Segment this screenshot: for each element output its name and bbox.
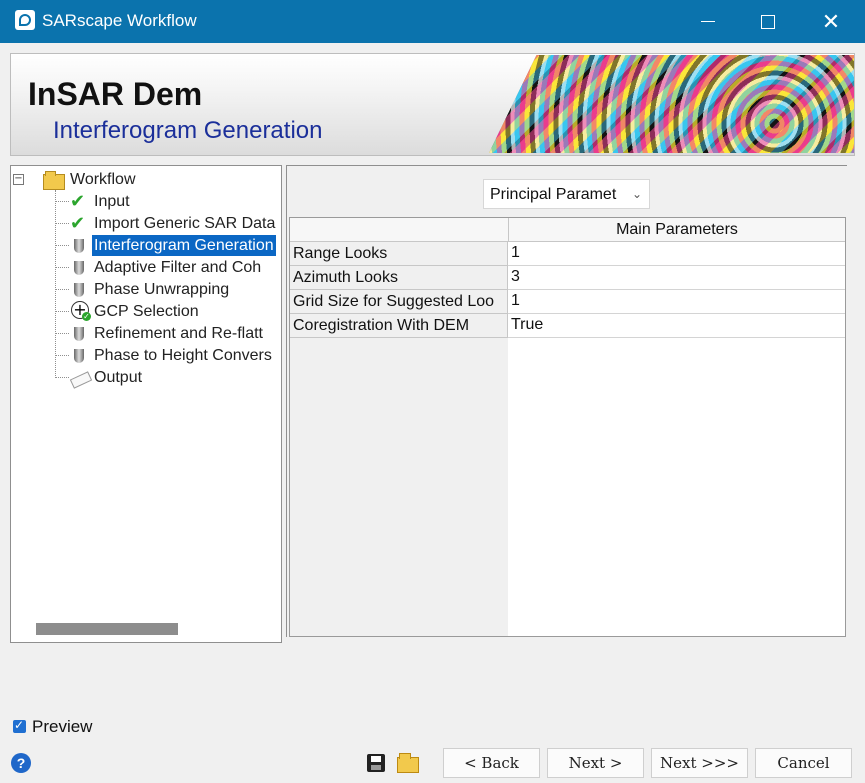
tree-horizontal-scrollbar-thumb[interactable] [36, 623, 178, 635]
tree-connector-line [56, 311, 69, 312]
workflow-banner: InSAR Dem Interferogram Generation [10, 53, 855, 156]
interferogram-banner-image [489, 55, 854, 153]
minimize-button[interactable] [678, 0, 738, 43]
parameter-row: Coregistration With DEM True [290, 314, 845, 338]
tree-item-gcp-selection[interactable]: GCP Selection [70, 301, 280, 322]
dropdown-selected-value: Principal Paramet [490, 186, 617, 203]
close-icon: ✕ [821, 8, 841, 34]
tree-item-label: Phase Unwrapping [94, 281, 230, 298]
tree-connector-line [56, 223, 69, 224]
next-button[interactable]: Next > [547, 748, 644, 778]
tree-root-workflow[interactable]: Workflow [42, 169, 162, 190]
tree-connector-line [56, 267, 69, 268]
parameter-row: Range Looks 1 [290, 242, 845, 289]
drill-icon [70, 281, 88, 299]
chevron-down-icon: ⌄ [631, 187, 642, 201]
parameter-group-dropdown[interactable]: Principal Paramet ⌄ [483, 179, 650, 209]
tree-connector-line [56, 245, 69, 246]
close-button[interactable]: ✕ [801, 0, 861, 43]
tree-item-import-generic-sar-data[interactable]: Import Generic SAR Data [70, 213, 280, 234]
sarscape-app-icon [15, 10, 35, 30]
minimize-icon [701, 21, 715, 22]
tree-item-output[interactable]: Output [70, 367, 280, 388]
next-all-button[interactable]: Next >>> [651, 748, 748, 778]
main-parameters-header: Main Parameters [508, 218, 845, 242]
tree-item-label: Refinement and Re-flatt [94, 325, 263, 342]
tree-item-label: GCP Selection [94, 303, 199, 320]
folder-icon [42, 171, 65, 190]
tree-item-label: Import Generic SAR Data [94, 215, 276, 232]
tree-connector-line [56, 355, 69, 356]
check-icon [70, 191, 88, 212]
grid-size-value[interactable]: 1 [508, 290, 845, 314]
tree-item-phase-to-height[interactable]: Phase to Height Convers [70, 345, 280, 366]
maximize-button[interactable] [738, 0, 798, 43]
tree-item-adaptive-filter[interactable]: Adaptive Filter and Coh [70, 257, 280, 278]
checkbox-checked-icon [13, 718, 26, 733]
tree-connector-line [55, 190, 56, 378]
save-icon[interactable] [367, 754, 385, 772]
azimuth-looks-value[interactable]: 3 [508, 266, 845, 290]
add-point-icon [70, 301, 91, 321]
tree-item-label: Input [94, 193, 130, 210]
check-icon [70, 213, 88, 234]
tree-root-label: Workflow [70, 171, 136, 188]
back-button[interactable]: < Back [443, 748, 540, 778]
tree-item-refinement[interactable]: Refinement and Re-flatt [70, 323, 280, 344]
parameter-row: Grid Size for Suggested Loo 1 [290, 290, 845, 314]
cancel-button[interactable]: Cancel [755, 748, 852, 778]
tree-connector-line [56, 377, 69, 378]
grid-size-label: Grid Size for Suggested Loo [290, 290, 508, 314]
tree-item-phase-unwrapping[interactable]: Phase Unwrapping [70, 279, 280, 300]
window-title: SARscape Workflow [42, 11, 197, 30]
coregistration-with-dem-label: Coregistration With DEM [290, 314, 508, 338]
tree-item-input[interactable]: Input [70, 191, 280, 212]
help-icon[interactable]: ? [11, 753, 31, 773]
title-bar: SARscape Workflow ✕ [0, 0, 865, 43]
banner-subtitle: Interferogram Generation [53, 117, 323, 144]
tree-connector-line [56, 289, 69, 290]
drill-icon [70, 237, 88, 255]
tree-connector-line [56, 201, 69, 202]
drill-icon [70, 347, 88, 365]
drill-icon [70, 325, 88, 343]
grid-corner-header [290, 218, 508, 242]
tree-item-label: Interferogram Generation [92, 235, 276, 256]
preview-label: Preview [32, 717, 93, 736]
parameter-grid: Main Parameters Range Looks 1 Azimuth Lo… [289, 217, 846, 637]
parameter-row: Azimuth Looks 3 [290, 266, 845, 290]
drill-icon [70, 259, 88, 277]
range-looks-value[interactable]: 1 [508, 242, 845, 266]
banner-title: InSAR Dem [28, 76, 203, 112]
maximize-icon [761, 14, 775, 29]
tree-item-label: Adaptive Filter and Coh [94, 259, 262, 276]
open-folder-icon[interactable] [397, 752, 419, 773]
tree-collapse-toggle[interactable]: − [13, 174, 24, 185]
tree-connector-line [56, 333, 69, 334]
range-looks-label: Range Looks [290, 242, 508, 266]
coregistration-with-dem-value[interactable]: True [508, 314, 845, 338]
azimuth-looks-label: Azimuth Looks [290, 266, 508, 290]
output-icon [70, 369, 88, 387]
tree-item-label: Output [94, 369, 143, 386]
tree-item-label: Phase to Height Convers [94, 347, 272, 364]
tree-item-interferogram-generation[interactable]: Interferogram Generation [70, 235, 280, 256]
